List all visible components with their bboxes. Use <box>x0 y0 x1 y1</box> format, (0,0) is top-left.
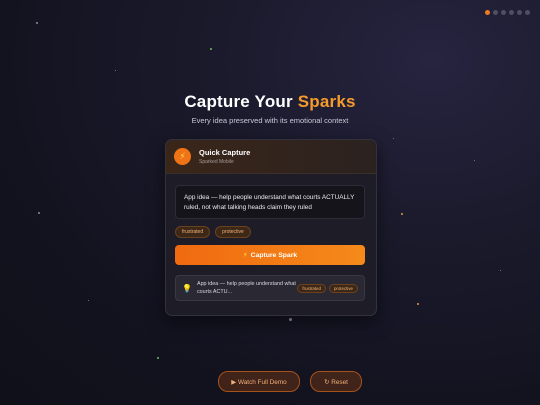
saved-tag-protective: protective <box>328 283 358 293</box>
idea-input[interactable]: App idea — help people understand what c… <box>175 185 365 219</box>
pagination-dot[interactable] <box>485 10 490 15</box>
page-title: Capture Your Sparks <box>0 92 540 112</box>
pagination-dot[interactable] <box>517 10 522 15</box>
title-main: Capture Your <box>184 92 293 111</box>
page-subtitle: Every idea preserved with its emotional … <box>191 116 349 125</box>
star-decoration <box>157 357 159 359</box>
card-subtitle: Sparked Mobile <box>199 159 234 165</box>
pagination-dot[interactable] <box>509 10 514 15</box>
pagination-dot[interactable] <box>501 10 506 15</box>
reset-button[interactable]: ↻ Reset <box>310 371 362 392</box>
capture-spark-button[interactable]: ⚡ Capture Spark <box>175 245 365 265</box>
lightning-bolt-icon: ⚡ <box>174 148 191 165</box>
card-title: Quick Capture <box>199 148 251 157</box>
star-decoration <box>474 160 475 161</box>
saved-spark-item[interactable]: 💡 App idea — help people understand what… <box>175 275 365 301</box>
pagination-dots <box>485 10 530 15</box>
star-decoration <box>500 270 501 271</box>
footer-controls: ▶ Watch Full Demo ↻ Reset <box>0 371 540 392</box>
star-decoration <box>401 213 403 215</box>
saved-tag-frustrated: frustrated <box>297 283 326 293</box>
watch-demo-button[interactable]: ▶ Watch Full Demo <box>218 371 300 392</box>
star-decoration <box>88 300 89 301</box>
star-decoration <box>115 70 116 71</box>
emotion-tag-protective[interactable]: protective <box>215 226 251 238</box>
capture-button-label: Capture Spark <box>250 251 298 259</box>
emotion-tags: frustrated protective <box>175 226 251 238</box>
star-decoration <box>36 22 38 24</box>
title-accent: Sparks <box>297 92 356 111</box>
star-decoration <box>289 318 292 321</box>
pagination-dot[interactable] <box>493 10 498 15</box>
star-decoration <box>210 48 212 50</box>
emotion-tag-frustrated[interactable]: frustrated <box>175 226 211 238</box>
quick-capture-card: ⚡ Quick Capture Sparked Mobile App idea … <box>165 139 377 316</box>
saved-spark-tags: frustrated protective <box>297 283 358 293</box>
star-decoration <box>38 212 40 214</box>
card-header: ⚡ Quick Capture Sparked Mobile <box>166 140 376 174</box>
saved-spark-text: App idea — help people understand what c… <box>196 281 296 295</box>
lightning-bolt-icon: ⚡ <box>242 252 248 259</box>
star-decoration <box>417 303 419 305</box>
star-decoration <box>393 138 394 139</box>
lightbulb-icon: 💡 <box>182 283 192 293</box>
pagination-dot[interactable] <box>525 10 530 15</box>
